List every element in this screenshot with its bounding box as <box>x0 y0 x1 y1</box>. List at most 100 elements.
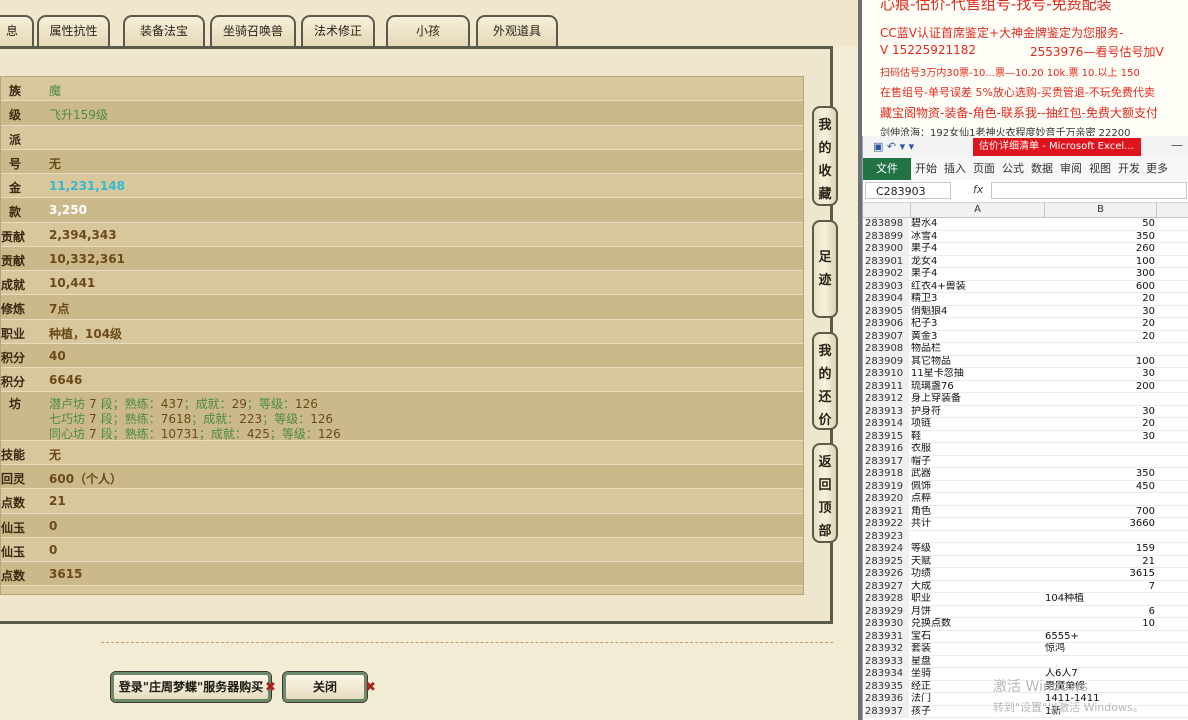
tab-7[interactable]: 外观道具 <box>476 15 558 46</box>
cell-b[interactable]: 3660 <box>1045 518 1155 531</box>
row-number[interactable]: 283920 <box>865 493 909 506</box>
fx-icon[interactable]: fx <box>973 183 983 196</box>
row-number[interactable]: 283913 <box>865 405 909 418</box>
cell-a[interactable]: 天赋 <box>911 556 1043 569</box>
row-number[interactable]: 283923 <box>865 530 909 543</box>
ribbon-tab-1[interactable]: 文件 <box>863 158 911 180</box>
ribbon-tab-3[interactable]: 插入 <box>941 158 969 180</box>
cell-b[interactable]: 21 <box>1045 556 1155 569</box>
cell-b[interactable]: 20 <box>1045 331 1155 344</box>
cell-b[interactable]: 450 <box>1045 481 1155 494</box>
row-number[interactable]: 283911 <box>865 380 909 393</box>
cell-a[interactable]: 护身符 <box>911 406 1043 419</box>
close-button[interactable]: 关闭 <box>283 672 367 702</box>
side-button-3[interactable]: 我的还价 <box>812 332 838 430</box>
login-buy-button[interactable]: 登录"庄周梦蝶"服务器购买 <box>111 672 271 702</box>
cell-a[interactable]: 俏魁狼4 <box>911 306 1043 319</box>
cell-a[interactable]: 衣服 <box>911 443 1043 456</box>
cell-b[interactable]: 300 <box>1045 268 1155 281</box>
row-number[interactable]: 283934 <box>865 668 909 681</box>
cell-b[interactable]: 600 <box>1045 281 1155 294</box>
tab-6[interactable]: 小孩 <box>386 15 470 46</box>
cell-b[interactable]: 200 <box>1045 381 1155 394</box>
cell-a[interactable]: 月饼 <box>911 606 1043 619</box>
cell-a[interactable]: 精卫3 <box>911 293 1043 306</box>
tab-2[interactable]: 属性抗性 <box>37 15 110 46</box>
side-button-1[interactable]: 我的收藏 <box>812 106 838 206</box>
cell-a[interactable]: 星盘 <box>911 656 1043 669</box>
row-number[interactable]: 283921 <box>865 505 909 518</box>
row-number[interactable]: 283903 <box>865 280 909 293</box>
cell-a[interactable]: 冰雪4 <box>911 231 1043 244</box>
row-number[interactable]: 283910 <box>865 368 909 381</box>
cell-a[interactable]: 碧水4 <box>911 218 1043 231</box>
cell-b[interactable]: 100 <box>1045 356 1155 369</box>
cell-a[interactable]: 红衣4+兽装 <box>911 281 1043 294</box>
ribbon-tab-7[interactable]: 审阅 <box>1057 158 1085 180</box>
row-number[interactable]: 283922 <box>865 518 909 531</box>
row-number[interactable]: 283936 <box>865 693 909 706</box>
ribbon-tab-10[interactable]: 更多 <box>1144 158 1170 180</box>
row-number[interactable]: 283918 <box>865 468 909 481</box>
cell-b[interactable]: 20 <box>1045 293 1155 306</box>
cell-b[interactable]: 260 <box>1045 243 1155 256</box>
row-number[interactable]: 283937 <box>865 705 909 718</box>
minimize-icon[interactable]: — <box>1171 138 1183 152</box>
cell-a[interactable]: 果子4 <box>911 243 1043 256</box>
cell-a[interactable]: 黄金3 <box>911 331 1043 344</box>
row-number[interactable]: 283907 <box>865 330 909 343</box>
cell-a[interactable]: 龙女4 <box>911 256 1043 269</box>
cell-b[interactable]: 30 <box>1045 368 1155 381</box>
cell-a[interactable]: 功绩 <box>911 568 1043 581</box>
row-number[interactable]: 283908 <box>865 343 909 356</box>
row-number[interactable]: 283931 <box>865 630 909 643</box>
cell-a[interactable]: 果子4 <box>911 268 1043 281</box>
column-b-header[interactable]: B <box>1045 203 1157 217</box>
cell-a[interactable]: 身上穿装备 <box>911 393 1043 406</box>
cell-b[interactable]: 30 <box>1045 431 1155 444</box>
row-number[interactable]: 283917 <box>865 455 909 468</box>
cell-a[interactable]: 角色 <box>911 506 1043 519</box>
cell-a[interactable]: 宝石 <box>911 631 1043 644</box>
row-number[interactable]: 283916 <box>865 443 909 456</box>
row-number[interactable]: 283935 <box>865 680 909 693</box>
ribbon-tab-2[interactable]: 开始 <box>912 158 940 180</box>
cell-a[interactable]: 共计 <box>911 518 1043 531</box>
name-box[interactable]: C283903 <box>865 182 951 199</box>
cell-a[interactable]: 项链 <box>911 418 1043 431</box>
row-number[interactable]: 283924 <box>865 543 909 556</box>
cell-a[interactable]: 琉璃盏76 <box>911 381 1043 394</box>
row-number[interactable]: 283914 <box>865 418 909 431</box>
cell-a[interactable]: 大成 <box>911 581 1043 594</box>
cell-b[interactable]: 104种植 <box>1045 593 1155 606</box>
tab-3[interactable]: 装备法宝 <box>123 15 205 46</box>
row-number[interactable]: 283904 <box>865 293 909 306</box>
cell-b[interactable]: 惊鸿 <box>1045 643 1155 656</box>
cell-a[interactable]: 杞子3 <box>911 318 1043 331</box>
ribbon-tab-5[interactable]: 公式 <box>999 158 1027 180</box>
row-number[interactable]: 283932 <box>865 643 909 656</box>
cell-a[interactable]: 职业 <box>911 593 1043 606</box>
cell-b[interactable]: 100 <box>1045 256 1155 269</box>
cell-b[interactable]: 350 <box>1045 468 1155 481</box>
cell-a[interactable]: 帽子 <box>911 456 1043 469</box>
row-number[interactable]: 283909 <box>865 355 909 368</box>
cell-b[interactable]: 30 <box>1045 406 1155 419</box>
cell-b[interactable]: 7 <box>1045 581 1155 594</box>
tab-5[interactable]: 法术修正 <box>301 15 375 46</box>
cell-a[interactable]: 兑换点数 <box>911 618 1043 631</box>
cell-b[interactable]: 10 <box>1045 618 1155 631</box>
row-number[interactable]: 283929 <box>865 605 909 618</box>
corner-cell[interactable] <box>863 203 911 217</box>
formula-input[interactable] <box>991 182 1187 199</box>
row-number[interactable]: 283928 <box>865 593 909 606</box>
row-number[interactable]: 283927 <box>865 580 909 593</box>
cell-b[interactable]: 50 <box>1045 218 1155 231</box>
ribbon-tab-4[interactable]: 页面 <box>970 158 998 180</box>
cell-b[interactable]: 700 <box>1045 506 1155 519</box>
row-number[interactable]: 283919 <box>865 480 909 493</box>
cell-a[interactable]: 等级 <box>911 543 1043 556</box>
side-button-4[interactable]: 返回顶部 <box>812 443 838 543</box>
row-number[interactable]: 283899 <box>865 230 909 243</box>
cell-b[interactable]: 159 <box>1045 543 1155 556</box>
